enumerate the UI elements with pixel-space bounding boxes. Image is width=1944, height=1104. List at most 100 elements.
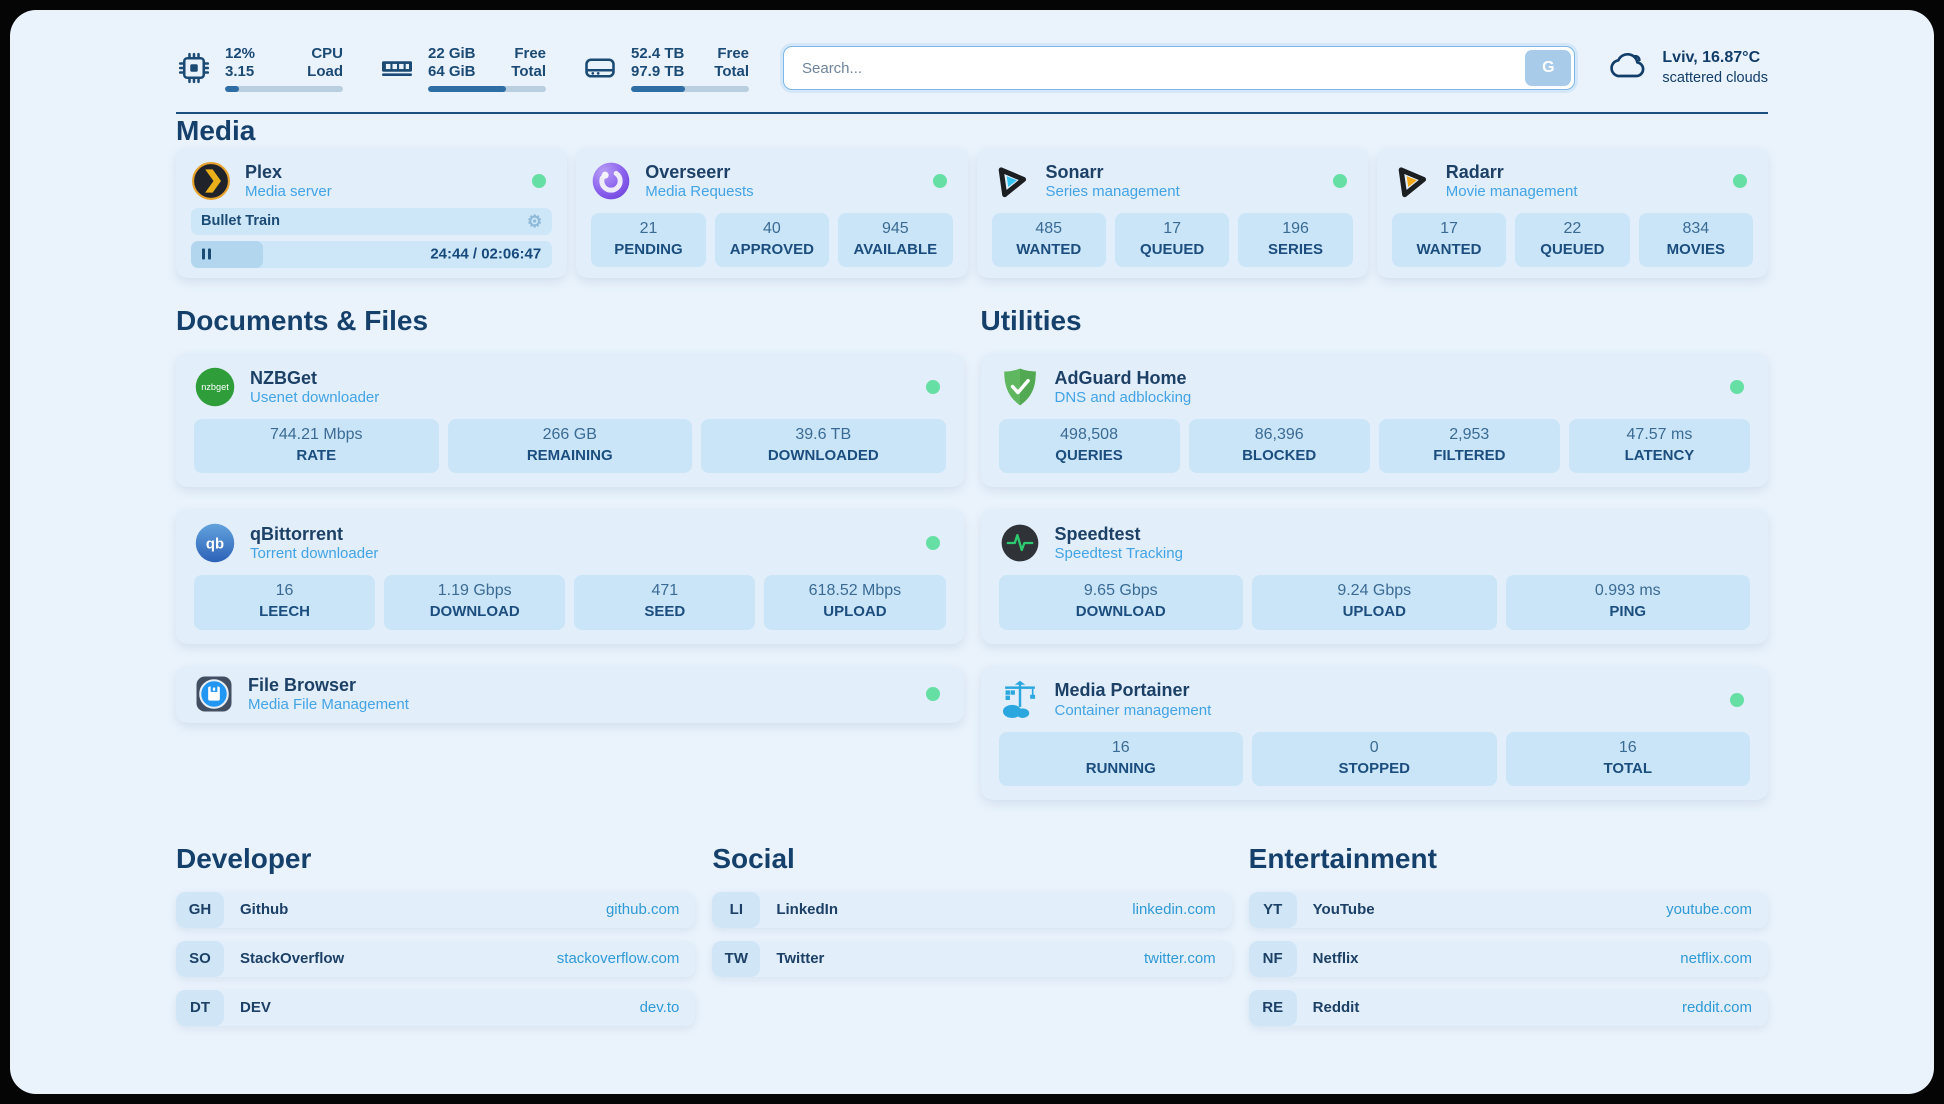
bookmark-linkedin[interactable]: LI LinkedIn linkedin.com xyxy=(712,892,1231,928)
bookmark-dev[interactable]: DT DEV dev.to xyxy=(176,990,695,1026)
ram-progress-fill xyxy=(428,86,506,92)
stat-tile: 2,953 FILTERED xyxy=(1379,419,1560,473)
app-title: Plex xyxy=(245,161,518,184)
status-online-dot xyxy=(926,687,940,701)
ram-free-label: Free xyxy=(514,45,546,63)
bookmark-abbr: TW xyxy=(712,941,760,977)
cpu-stat: 12%CPU 3.15Load xyxy=(176,45,343,92)
entertainment-column: Entertainment YT YouTube youtube.com NF … xyxy=(1249,842,1768,1039)
weather-widget: Lviv, 16.87°C scattered clouds xyxy=(1609,46,1768,91)
overseerr-card[interactable]: Overseerr Media Requests 21 PENDING 40 A… xyxy=(576,148,967,278)
search-bar: G xyxy=(783,46,1575,90)
speedtest-card[interactable]: Speedtest Speedtest Tracking 9.65 Gbps D… xyxy=(981,509,1769,643)
bookmark-url: reddit.com xyxy=(1682,999,1752,1016)
filebrowser-icon xyxy=(194,674,234,714)
disk-progress-fill xyxy=(631,86,685,92)
svg-text:nzbget: nzbget xyxy=(201,382,229,392)
bookmark-stackoverflow[interactable]: SO StackOverflow stackoverflow.com xyxy=(176,941,695,977)
sonarr-card[interactable]: Sonarr Series management 485 WANTED 17 Q… xyxy=(977,148,1368,278)
gear-icon[interactable]: ⚙ xyxy=(527,213,542,230)
bookmark-url: stackoverflow.com xyxy=(557,950,680,967)
disk-total-label: Total xyxy=(714,63,749,81)
bookmark-name: Netflix xyxy=(1313,950,1681,967)
app-title: File Browser xyxy=(248,674,912,697)
stat-tile: 618.52 Mbps UPLOAD xyxy=(764,575,945,629)
cpu-progress-bar xyxy=(225,86,343,92)
app-title: Radarr xyxy=(1446,161,1719,184)
stat-tile: 40 APPROVED xyxy=(715,213,829,267)
stat-tile: 86,396 BLOCKED xyxy=(1189,419,1370,473)
stat-tile: 471 SEED xyxy=(574,575,755,629)
bookmark-abbr: LI xyxy=(712,892,760,928)
social-column: Social LI LinkedIn linkedin.com TW Twitt… xyxy=(712,842,1231,1039)
plex-card[interactable]: Plex Media server Bullet Train ⚙ 24:44 /… xyxy=(176,148,567,278)
app-subtitle: DNS and adblocking xyxy=(1055,389,1717,408)
stat-tile: 16 TOTAL xyxy=(1506,732,1751,786)
bookmark-twitter[interactable]: TW Twitter twitter.com xyxy=(712,941,1231,977)
bookmark-url: dev.to xyxy=(640,999,680,1016)
stat-tile: 498,508 QUERIES xyxy=(999,419,1180,473)
playback-progress-bar[interactable]: 24:44 / 02:06:47 xyxy=(191,241,552,268)
adguard-card[interactable]: AdGuard Home DNS and adblocking 498,508 … xyxy=(981,353,1769,487)
stat-tile: 21 PENDING xyxy=(591,213,705,267)
app-title: qBittorrent xyxy=(250,523,912,546)
app-title: AdGuard Home xyxy=(1055,367,1717,390)
bookmark-name: DEV xyxy=(240,999,640,1016)
bookmark-url: youtube.com xyxy=(1666,901,1752,918)
radarr-icon xyxy=(1392,161,1432,201)
bookmark-url: netflix.com xyxy=(1680,950,1752,967)
app-subtitle: Usenet downloader xyxy=(250,389,912,408)
cpu-progress-fill xyxy=(225,86,239,92)
bookmark-abbr: DT xyxy=(176,990,224,1026)
bookmark-github[interactable]: GH Github github.com xyxy=(176,892,695,928)
search-engine-button[interactable]: G xyxy=(1525,50,1571,86)
adguard-icon xyxy=(999,366,1041,408)
overseerr-icon xyxy=(591,161,631,201)
pause-icon[interactable] xyxy=(202,249,211,260)
bookmark-youtube[interactable]: YT YouTube youtube.com xyxy=(1249,892,1768,928)
qbittorrent-card[interactable]: qb qBittorrent Torrent downloader 16 LEE… xyxy=(176,509,964,643)
bookmark-netflix[interactable]: NF Netflix netflix.com xyxy=(1249,941,1768,977)
svg-text:qb: qb xyxy=(206,537,224,553)
disk-free-label: Free xyxy=(717,45,749,63)
ram-total-label: Total xyxy=(511,63,546,81)
stat-tile: 266 GB REMAINING xyxy=(448,419,693,473)
bookmark-abbr: SO xyxy=(176,941,224,977)
portainer-card[interactable]: Media Portainer Container management 16 … xyxy=(981,666,1769,800)
app-title: Speedtest xyxy=(1055,523,1751,546)
status-online-dot xyxy=(1730,693,1744,707)
stat-tile: 16 LEECH xyxy=(194,575,375,629)
stat-tile: 834 MOVIES xyxy=(1639,213,1753,267)
nzbget-card[interactable]: nzbget NZBGet Usenet downloader 744.21 M… xyxy=(176,353,964,487)
qbittorrent-icon: qb xyxy=(194,522,236,564)
portainer-icon xyxy=(999,679,1041,721)
bookmark-abbr: NF xyxy=(1249,941,1297,977)
status-online-dot xyxy=(1733,174,1747,188)
bookmark-name: StackOverflow xyxy=(240,950,557,967)
stat-tile: 9.24 Gbps UPLOAD xyxy=(1252,575,1497,629)
search-input[interactable] xyxy=(784,60,1525,77)
status-online-dot xyxy=(1333,174,1347,188)
developer-section-heading: Developer xyxy=(176,842,695,876)
stat-tile: 1.19 Gbps DOWNLOAD xyxy=(384,575,565,629)
ram-stat: 22 GiBFree 64 GiBTotal xyxy=(379,45,546,92)
app-title: Media Portainer xyxy=(1055,679,1717,702)
stat-tile: 47.57 ms LATENCY xyxy=(1569,419,1750,473)
stat-tile: 22 QUEUED xyxy=(1515,213,1629,267)
playback-time: 24:44 / 02:06:47 xyxy=(430,246,541,263)
cpu-label: CPU xyxy=(311,45,343,63)
documents-column: Documents & Files nzbget NZBGet Usenet d… xyxy=(176,304,964,800)
bookmark-name: YouTube xyxy=(1313,901,1666,918)
radarr-card[interactable]: Radarr Movie management 17 WANTED 22 QUE… xyxy=(1377,148,1768,278)
top-bar: 12%CPU 3.15Load 22 xyxy=(176,40,1768,96)
nzbget-icon: nzbget xyxy=(194,366,236,408)
disk-free-value: 52.4 TB xyxy=(631,45,684,63)
bookmark-reddit[interactable]: RE Reddit reddit.com xyxy=(1249,990,1768,1026)
plex-icon xyxy=(191,161,231,201)
sonarr-icon xyxy=(992,161,1032,201)
bookmark-name: Github xyxy=(240,901,606,918)
now-playing-title: Bullet Train xyxy=(201,213,280,229)
filebrowser-card[interactable]: File Browser Media File Management xyxy=(176,666,964,723)
stat-tile: 0.993 ms PING xyxy=(1506,575,1751,629)
bookmark-name: LinkedIn xyxy=(776,901,1132,918)
